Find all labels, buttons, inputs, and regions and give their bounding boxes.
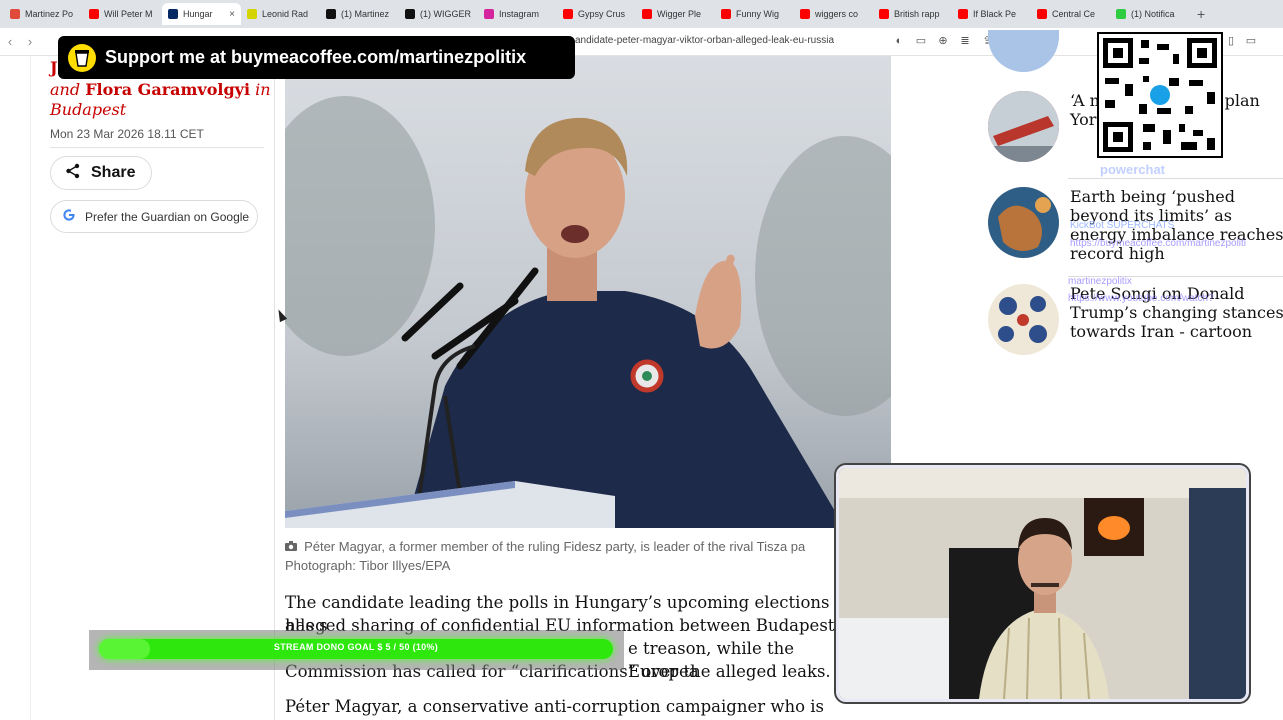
browser-tab-bar: Martinez Po Will Peter M Hungar × Leonid Rad… [0,0,1283,28]
tab-favicon-icon [1116,9,1126,19]
reader-icon[interactable]: ≣ [958,34,972,48]
tab-favicon-icon [1037,9,1047,19]
tab-label: Funny Wig [736,9,780,19]
browser-tab[interactable]: Central Ce [1031,3,1110,25]
browser-tab[interactable]: Hungar × [162,3,241,25]
coffee-cup-icon [68,43,96,72]
browser-tab[interactable]: (1) Martinez [320,3,399,25]
tab-favicon-icon [326,9,336,19]
paragraph-line: Péter Magyar, a conservative anti-corrup… [285,697,825,716]
streamer-webcam [836,465,1249,702]
tab-label: (1) WIGGER [420,9,471,19]
share-label: Share [91,164,136,181]
tab-favicon-icon [168,9,178,19]
browser-tab[interactable]: (1) Notifica [1110,3,1189,25]
tab-favicon-icon [89,9,99,19]
prefer-guardian-google-button[interactable]: Prefer the Guardian on Google [50,200,258,233]
browser-tab[interactable]: British rapp [873,3,952,25]
tab-favicon-icon [563,9,573,19]
rail-divider [1068,178,1283,179]
browser-tab[interactable]: wiggers co [794,3,873,25]
browser-tab[interactable]: Funny Wig [715,3,794,25]
byline-top-fragment: J [50,58,58,77]
support-banner-text: Support me at buymeacoffee.com/martinezp… [105,47,527,67]
caption-text: Péter Magyar, a former member of the rul… [304,539,806,554]
tab-favicon-icon [800,9,810,19]
browser-tab[interactable]: Leonid Rad [241,3,320,25]
tab-favicon-icon [721,9,731,19]
column-divider [274,56,275,720]
browser-tab[interactable]: (1) WIGGER [399,3,478,25]
tab-favicon-icon [958,9,968,19]
kickbot-link-overlay: https://buymeacoffee.com/martinezpoliti [1070,238,1247,249]
tab-label: Central Ce [1052,9,1096,19]
zoom-icon[interactable]: ⊕ [936,34,950,48]
browser-tab[interactable]: Will Peter M [83,3,162,25]
caption-credit: Photograph: Tibor Illyes/EPA [285,558,451,573]
close-tab-icon[interactable]: × [229,9,235,20]
share-button[interactable]: Share [50,156,152,190]
theme-toggle-icon[interactable]: ◐ [892,34,906,48]
donation-goal-text: STREAM DONO GOAL $ 5 / 50 (10%) [273,642,439,652]
rail-thumbnail [988,187,1059,258]
tab-label: Will Peter M [104,9,153,19]
tab-label: Leonid Rad [262,9,309,19]
tab-label: (1) Martinez [341,9,390,19]
tab-label: (1) Notifica [1131,9,1175,19]
share-icon [65,163,81,184]
tab-label: wiggers co [815,9,859,19]
page-left-border [30,56,31,720]
article-date: Mon 23 Mar 2026 18.11 CET [50,127,204,141]
tab-label: Martinez Po [25,9,74,19]
article-hero-photo [285,56,891,528]
kickbot-overlay: KickBot SUPERCHATS [1070,220,1175,231]
screen: Martinez Po Will Peter M Hungar × Leonid Rad… [0,0,1283,720]
rail-thumbnail [988,284,1059,355]
photo-caption: Péter Magyar, a former member of the rul… [285,538,840,575]
browser-tab[interactable]: Instagram [478,3,557,25]
tab-favicon-icon [247,9,257,19]
rail-thumbnail [988,91,1059,162]
address-bar-url[interactable]: andidate-peter-magyar-viktor-orban-alleg… [575,35,834,46]
new-tab-button[interactable]: + [1197,6,1205,22]
powerchat-watermark: powerchat [1100,162,1166,177]
tab-favicon-icon [484,9,494,19]
tab-label: Gypsy Crus [578,9,626,19]
tab-label: Instagram [499,9,540,19]
tab-label: If Black Pe [973,9,1017,19]
screen-icon[interactable]: ▭ [914,34,928,48]
youtube-link-overlay: https://www.youtube.com/watch? [1068,293,1214,304]
browser-tab[interactable]: Martinez Po [4,3,83,25]
meta-divider [50,147,264,148]
browser-tab[interactable]: Gypsy Crus [557,3,636,25]
tab-favicon-icon [10,9,20,19]
tab-label: Hungar [183,9,213,19]
camera-icon [285,541,300,554]
tab-label: Wigger Ple [657,9,702,19]
byline-author-link[interactable]: Flora Garamvolgyi [85,80,250,99]
byline-suffix: in [255,80,271,99]
tab-list: Martinez Po Will Peter M Hungar × Leonid Rad… [4,3,1189,25]
browser-tab[interactable]: If Black Pe [952,3,1031,25]
google-icon [63,209,75,224]
browser-tab[interactable]: Wigger Ple [636,3,715,25]
qr-code [1097,32,1223,158]
support-banner: Support me at buymeacoffee.com/martinezp… [58,36,575,79]
youtube-user-overlay: martinezpolitix [1068,276,1132,287]
google-button-label: Prefer the Guardian on Google [85,209,250,224]
forward-arrow-icon[interactable]: › [20,34,40,49]
tab-favicon-icon [405,9,415,19]
article-byline: J and Flora Garamvolgyi in Budapest [50,58,271,120]
tab-favicon-icon [879,9,889,19]
back-arrow-icon[interactable]: ‹ [0,34,20,49]
tab-label: British rapp [894,9,940,19]
byline-prefix: and [50,80,81,99]
tab-favicon-icon [642,9,652,19]
byline-place: Budapest [50,100,127,119]
